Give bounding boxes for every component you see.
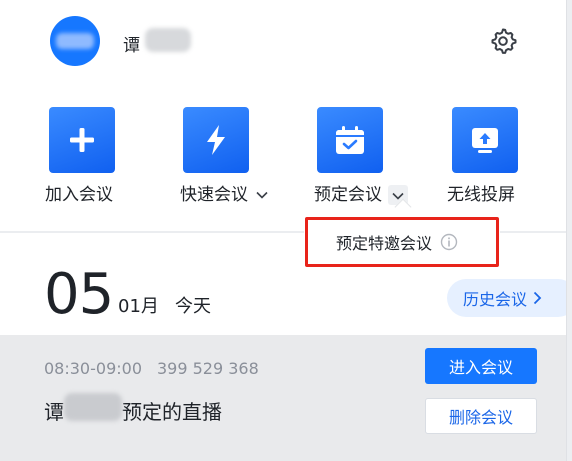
schedule-meeting-text: 预定会议 (314, 185, 382, 205)
delete-meeting-button[interactable]: 删除会议 (425, 398, 537, 434)
join-meeting-label: 加入会议 (45, 185, 113, 205)
date-today: 今天 (175, 296, 211, 317)
meeting-time: 08:30-09:00 (44, 359, 142, 378)
meeting-id: 399 529 368 (157, 359, 259, 378)
quick-meeting-label[interactable]: 快速会议 (180, 180, 268, 205)
lightning-icon (207, 125, 225, 155)
quick-meeting-text: 快速会议 (180, 185, 248, 205)
chevron-down-icon[interactable] (256, 191, 268, 199)
section-divider (0, 231, 304, 233)
avatar[interactable] (50, 16, 100, 66)
plus-icon (70, 128, 94, 152)
special-invite-meeting-option[interactable]: 预定特邀会议 (336, 230, 432, 254)
cast-screen-icon (472, 128, 498, 153)
join-meeting-button[interactable] (49, 107, 115, 173)
window-edge (566, 0, 572, 461)
gear-icon[interactable] (487, 25, 519, 57)
meeting-app-panel: 谭 加入会议 快速会议 预定会议 无线投屏 预定特邀会议 05 01月 今天 历… (0, 0, 566, 461)
schedule-dropdown-menu[interactable]: 预定特邀会议 (305, 217, 499, 267)
wireless-cast-label: 无线投屏 (447, 185, 515, 205)
meeting-title-suffix: 预定的直播 (122, 400, 222, 424)
schedule-meeting-label[interactable]: 预定会议 (314, 180, 408, 205)
user-name: 谭 (123, 36, 140, 56)
info-icon[interactable] (440, 233, 458, 251)
date-day: 05 (44, 262, 114, 327)
avatar-blur (56, 33, 94, 49)
date-month: 01月 (118, 296, 159, 317)
calendar-check-icon (336, 126, 364, 154)
chevron-right-icon (533, 291, 542, 305)
wireless-cast-button[interactable] (452, 107, 518, 173)
history-meetings-button[interactable]: 历史会议 (447, 279, 566, 317)
meeting-title-redaction (64, 393, 122, 421)
history-meetings-label: 历史会议 (463, 290, 528, 309)
meeting-title-prefix: 谭 (44, 400, 64, 424)
section-divider (500, 231, 566, 233)
user-name-redaction (145, 28, 191, 52)
schedule-meeting-button[interactable] (317, 107, 383, 173)
enter-meeting-button[interactable]: 进入会议 (425, 348, 537, 384)
quick-meeting-button[interactable] (183, 107, 249, 173)
